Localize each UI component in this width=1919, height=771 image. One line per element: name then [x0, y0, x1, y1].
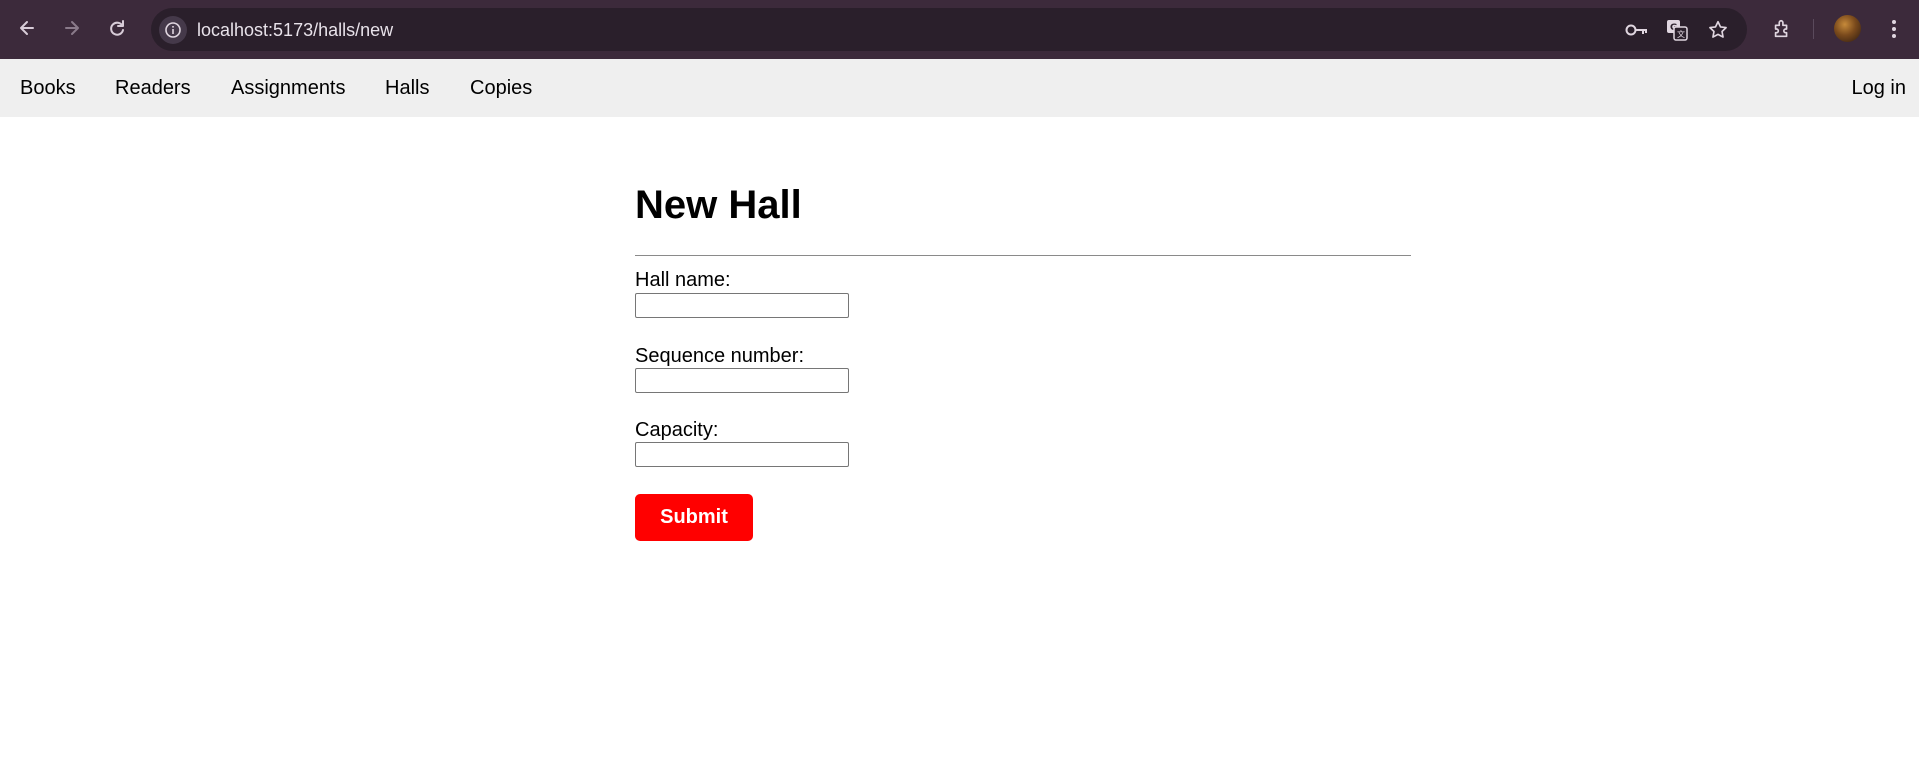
capacity-label: Capacity:: [635, 419, 719, 441]
bookmark-star-icon[interactable]: [1705, 17, 1731, 43]
nav-readers-link[interactable]: Readers: [115, 77, 191, 100]
address-bar[interactable]: localhost:5173/halls/new G文: [151, 8, 1747, 51]
more-menu-icon[interactable]: [1879, 14, 1909, 44]
password-key-icon[interactable]: [1624, 17, 1650, 43]
sequence-number-label: Sequence number:: [635, 345, 805, 367]
hall-name-input[interactable]: [635, 293, 849, 318]
nav-books-link[interactable]: Books: [20, 77, 76, 100]
back-arrow-icon[interactable]: [13, 14, 41, 42]
app-navbar: Books Readers Assignments Halls Copies L…: [0, 59, 1919, 117]
reload-icon[interactable]: [103, 14, 131, 42]
nav-copies-link[interactable]: Copies: [470, 77, 532, 100]
hall-name-label: Hall name:: [635, 269, 731, 291]
toolbar-divider: [1813, 19, 1814, 39]
login-link[interactable]: Log in: [1852, 77, 1907, 100]
browser-toolbar: localhost:5173/halls/new G文: [0, 0, 1919, 59]
site-info-icon[interactable]: [159, 16, 187, 44]
nav-halls-link[interactable]: Halls: [385, 77, 429, 100]
translate-icon[interactable]: G文: [1664, 17, 1690, 43]
profile-avatar[interactable]: [1834, 15, 1861, 42]
sequence-number-input[interactable]: [635, 368, 849, 393]
capacity-input[interactable]: [635, 442, 849, 467]
title-divider: [635, 255, 1411, 256]
submit-button[interactable]: Submit: [635, 494, 753, 541]
forward-arrow-icon[interactable]: [58, 14, 86, 42]
svg-text:文: 文: [1677, 29, 1685, 39]
page-title: New Hall: [635, 183, 802, 227]
extensions-icon[interactable]: [1767, 14, 1797, 44]
nav-assignments-link[interactable]: Assignments: [231, 77, 346, 100]
url-text[interactable]: localhost:5173/halls/new: [197, 20, 393, 41]
